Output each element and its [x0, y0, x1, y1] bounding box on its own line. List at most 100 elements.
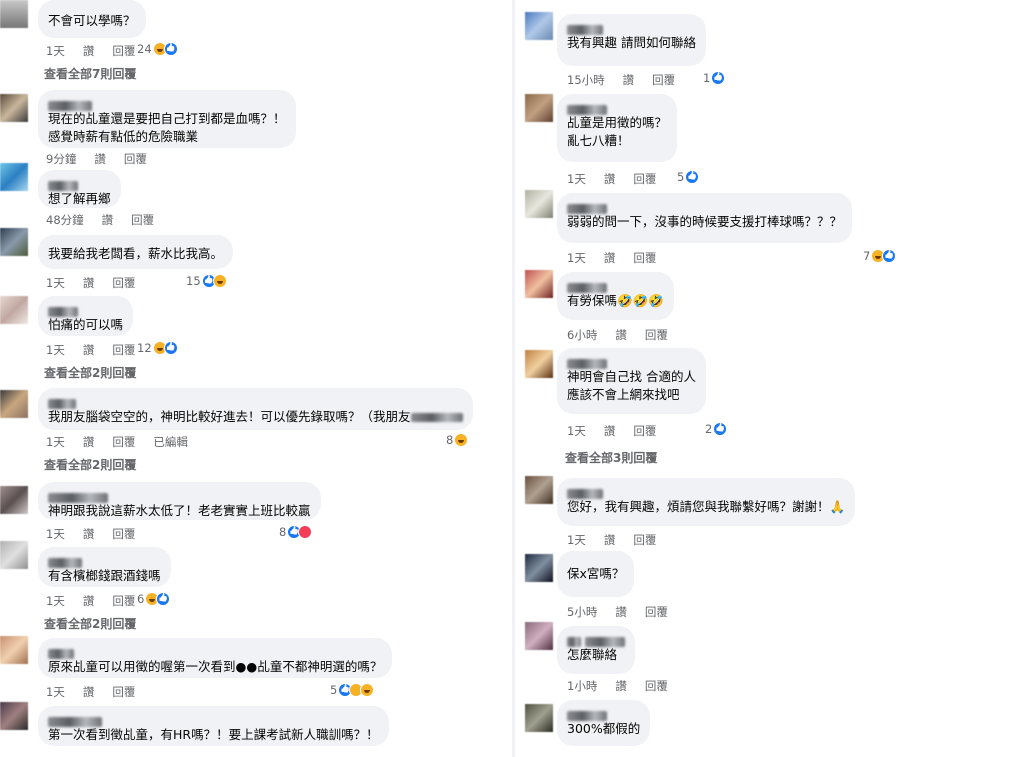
- commenter-name[interactable]: [48, 176, 111, 191]
- comment-time[interactable]: 15小時: [567, 73, 605, 87]
- avatar[interactable]: [525, 476, 553, 504]
- reply-link[interactable]: 回覆: [645, 679, 668, 693]
- commenter-name[interactable]: [567, 100, 667, 115]
- reply-link[interactable]: 回覆: [112, 435, 135, 449]
- avatar[interactable]: [0, 486, 28, 514]
- like-link[interactable]: 讚: [83, 435, 95, 449]
- commenter-name[interactable]: [48, 302, 123, 317]
- comment-time[interactable]: 1天: [46, 44, 65, 58]
- comment-time[interactable]: 48分鐘: [46, 213, 84, 227]
- reaction-summary[interactable]: 8: [279, 525, 313, 539]
- view-replies-link[interactable]: 查看全部7則回覆: [44, 65, 136, 82]
- avatar[interactable]: [525, 350, 553, 378]
- reply-link[interactable]: 回覆: [112, 527, 135, 541]
- reaction-summary[interactable]: 7: [863, 249, 897, 263]
- commenter-name[interactable]: [48, 96, 286, 111]
- avatar[interactable]: [0, 296, 28, 324]
- view-replies-link[interactable]: 查看全部2則回覆: [44, 615, 136, 632]
- avatar[interactable]: [0, 163, 28, 191]
- avatar[interactable]: [0, 636, 28, 664]
- reply-link[interactable]: 回覆: [645, 605, 668, 619]
- reply-link[interactable]: 回覆: [124, 152, 147, 166]
- like-link[interactable]: 讚: [615, 679, 627, 693]
- comment-time[interactable]: 1天: [46, 685, 65, 699]
- reaction-summary[interactable]: 24: [137, 42, 178, 56]
- like-link[interactable]: 讚: [604, 251, 616, 265]
- commenter-name[interactable]: [48, 712, 379, 727]
- reply-link[interactable]: 回覆: [633, 533, 656, 547]
- avatar[interactable]: [0, 390, 28, 418]
- view-replies-link[interactable]: 查看全部2則回覆: [44, 364, 136, 381]
- reply-link[interactable]: 回覆: [112, 276, 135, 290]
- comment-time[interactable]: 1天: [567, 172, 586, 186]
- comment-time[interactable]: 1天: [567, 533, 586, 547]
- comment-time[interactable]: 5小時: [567, 605, 597, 619]
- like-link[interactable]: 讚: [83, 343, 95, 357]
- comment-time[interactable]: 1天: [46, 276, 65, 290]
- view-replies-link[interactable]: 查看全部3則回覆: [565, 449, 657, 466]
- comment-time[interactable]: 1天: [46, 527, 65, 541]
- comment-time[interactable]: 1天: [567, 251, 586, 265]
- view-replies-link[interactable]: 查看全部2則回覆: [44, 456, 136, 473]
- avatar[interactable]: [0, 94, 28, 122]
- reply-link[interactable]: 回覆: [652, 73, 675, 87]
- comment-time[interactable]: 1天: [46, 343, 65, 357]
- avatar[interactable]: [0, 0, 28, 28]
- commenter-name[interactable]: [48, 394, 463, 409]
- like-link[interactable]: 讚: [604, 533, 616, 547]
- like-link[interactable]: 讚: [604, 172, 616, 186]
- like-link[interactable]: 讚: [83, 594, 95, 608]
- reaction-summary[interactable]: 6: [137, 592, 171, 606]
- like-link[interactable]: 讚: [615, 605, 627, 619]
- avatar[interactable]: [0, 702, 28, 730]
- reaction-summary[interactable]: 5: [677, 170, 700, 184]
- comment-time[interactable]: 6小時: [567, 328, 597, 342]
- comment-time[interactable]: 1天: [567, 424, 586, 438]
- commenter-name[interactable]: [567, 484, 845, 499]
- reply-link[interactable]: 回覆: [131, 213, 154, 227]
- comment-time[interactable]: 1天: [46, 594, 65, 608]
- commenter-name[interactable]: [48, 644, 382, 659]
- reaction-summary[interactable]: 8: [446, 433, 469, 447]
- avatar[interactable]: [525, 12, 553, 40]
- reaction-summary[interactable]: 15: [186, 274, 227, 288]
- comment-time[interactable]: 9分鐘: [46, 152, 76, 166]
- like-link[interactable]: 讚: [623, 73, 635, 87]
- commenter-name[interactable]: [567, 632, 625, 647]
- reaction-summary[interactable]: 2: [705, 422, 728, 436]
- avatar[interactable]: [0, 541, 28, 569]
- commenter-name[interactable]: [567, 706, 640, 721]
- reply-link[interactable]: 回覆: [112, 343, 135, 357]
- reaction-summary[interactable]: 1: [703, 71, 726, 85]
- avatar[interactable]: [525, 190, 553, 218]
- like-link[interactable]: 讚: [83, 527, 95, 541]
- like-link[interactable]: 讚: [83, 276, 95, 290]
- reply-link[interactable]: 回覆: [633, 172, 656, 186]
- avatar[interactable]: [0, 228, 28, 256]
- reply-link[interactable]: 回覆: [633, 424, 656, 438]
- reaction-summary[interactable]: 12: [137, 341, 178, 355]
- like-link[interactable]: 讚: [94, 152, 106, 166]
- commenter-name[interactable]: [48, 553, 161, 568]
- like-link[interactable]: 讚: [604, 424, 616, 438]
- reply-link[interactable]: 回覆: [633, 251, 656, 265]
- reply-link[interactable]: 回覆: [645, 328, 668, 342]
- reaction-summary[interactable]: 5: [330, 683, 375, 697]
- reply-link[interactable]: 回覆: [112, 44, 135, 58]
- avatar[interactable]: [525, 704, 553, 732]
- reply-link[interactable]: 回覆: [112, 594, 135, 608]
- commenter-name[interactable]: [567, 278, 664, 293]
- reply-link[interactable]: 回覆: [112, 685, 135, 699]
- commenter-name[interactable]: [567, 199, 842, 214]
- avatar[interactable]: [525, 270, 553, 298]
- commenter-name[interactable]: [48, 488, 311, 503]
- like-link[interactable]: 讚: [102, 213, 114, 227]
- comment-time[interactable]: 1小時: [567, 679, 597, 693]
- avatar[interactable]: [525, 622, 553, 650]
- avatar[interactable]: [525, 94, 553, 122]
- commenter-name[interactable]: [567, 20, 696, 35]
- like-link[interactable]: 讚: [615, 328, 627, 342]
- like-link[interactable]: 讚: [83, 44, 95, 58]
- like-link[interactable]: 讚: [83, 685, 95, 699]
- avatar[interactable]: [525, 554, 553, 582]
